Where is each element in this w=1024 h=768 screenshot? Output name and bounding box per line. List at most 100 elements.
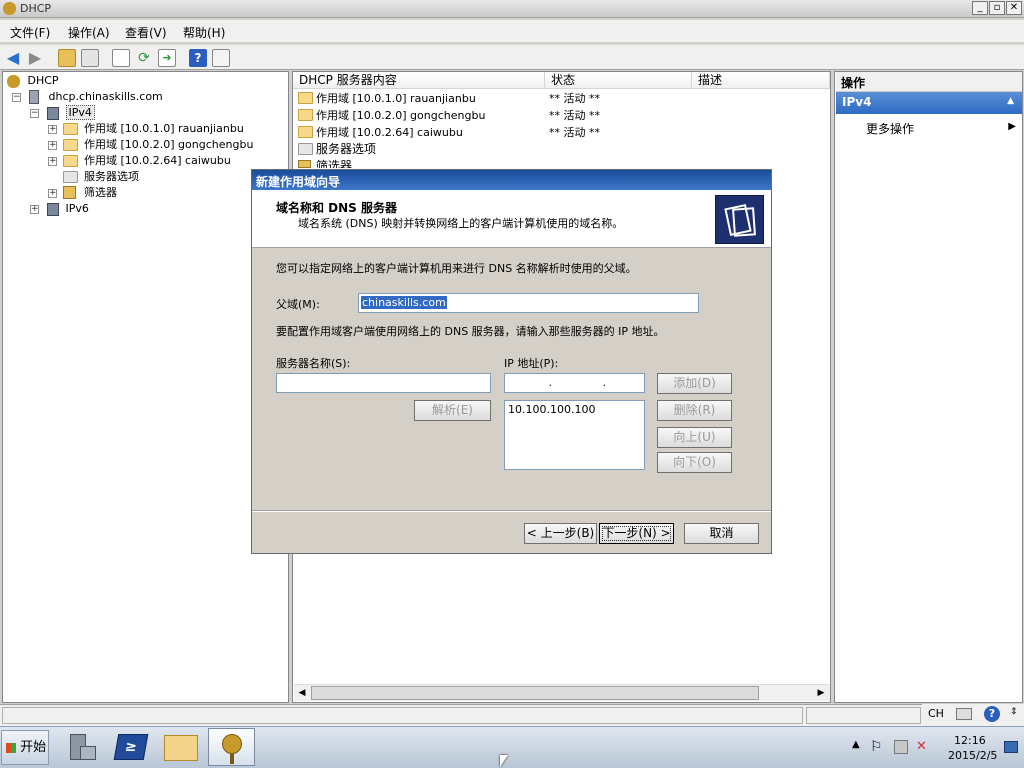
clock-date[interactable]: 2015/2/5 xyxy=(948,749,997,762)
back-button[interactable]: < 上一步(B) xyxy=(524,523,597,544)
expand-filters-icon[interactable]: + xyxy=(48,189,57,198)
tree-node-ipv6[interactable]: IPv6 xyxy=(47,201,89,217)
resolve-button[interactable]: 解析(E) xyxy=(414,400,491,421)
menu-action[interactable]: 操作(A) xyxy=(68,24,110,41)
window-title: DHCP xyxy=(20,2,52,15)
tree-node-ipv4[interactable]: IPv4 xyxy=(47,105,95,121)
powershell-icon[interactable]: ≥ xyxy=(113,734,149,760)
more-actions-item[interactable]: 更多操作 ▶ xyxy=(866,120,1016,136)
keyboard-icon[interactable] xyxy=(956,708,972,720)
remove-button[interactable]: 删除(R) xyxy=(657,400,732,421)
status-cell xyxy=(806,707,921,724)
column-header-status[interactable]: 状态 xyxy=(545,72,692,89)
menu-file[interactable]: 文件(F) xyxy=(10,24,50,41)
menu-view[interactable]: 查看(V) xyxy=(125,24,167,41)
clock-time[interactable]: 12:16 xyxy=(954,734,986,747)
up-folder-icon[interactable] xyxy=(58,49,76,67)
scrollbar-thumb[interactable] xyxy=(311,686,759,700)
ipv6-icon xyxy=(47,202,59,216)
window-titlebar: DHCP _ ▫ ✕ xyxy=(0,0,1024,18)
help-icon[interactable]: ? xyxy=(189,49,207,67)
actions-ipv4-section[interactable]: IPv4 ▲ xyxy=(836,92,1022,114)
list-item[interactable]: 服务器选项 xyxy=(316,141,376,158)
export-list-icon[interactable] xyxy=(112,49,130,67)
server-options-icon xyxy=(298,143,313,155)
server-name-input[interactable] xyxy=(276,373,491,393)
expand-scope3-icon[interactable]: + xyxy=(48,157,57,166)
language-bar: CH ? ⇕ xyxy=(922,704,1024,726)
expand-scope2-icon[interactable]: + xyxy=(48,141,57,150)
collapse-server-icon[interactable]: − xyxy=(12,93,21,102)
show-hidden-icons-icon[interactable]: ▲ xyxy=(852,739,860,750)
filter-icon xyxy=(63,186,76,199)
add-button[interactable]: 添加(D) xyxy=(657,373,732,394)
expand-ipv6-icon[interactable]: + xyxy=(30,205,39,214)
refresh-icon[interactable]: ⟳ xyxy=(135,49,153,67)
list-item[interactable]: 10.100.100.100 xyxy=(508,403,595,416)
tree-node-server-options[interactable]: 服务器选项 xyxy=(84,169,139,185)
tree-node-scope3[interactable]: 作用域 [10.0.2.64] caiwubu xyxy=(84,153,231,169)
collapse-ipv4-icon[interactable]: − xyxy=(30,109,39,118)
list-item[interactable]: 作用域 [10.0.2.0] gongchengbu xyxy=(316,107,485,124)
network-icon[interactable] xyxy=(894,740,908,754)
windows-logo-icon xyxy=(6,742,16,753)
dialog-separator xyxy=(252,510,771,512)
close-button[interactable]: ✕ xyxy=(1006,1,1022,15)
action-center-flag-icon[interactable]: ⚐ xyxy=(870,739,883,755)
show-action-pane-icon[interactable] xyxy=(212,49,230,67)
dialog-title: 新建作用域向导 xyxy=(252,170,771,190)
collapse-section-icon[interactable]: ▲ xyxy=(1007,96,1014,106)
ip-address-input[interactable]: . . . xyxy=(504,373,660,393)
folder-icon xyxy=(63,139,78,151)
taskbar: 开始 ≥ ▲ ⚐ ✕ 12:16 2015/2/5 xyxy=(0,726,1024,768)
expand-scope1-icon[interactable]: + xyxy=(48,125,57,134)
move-down-button[interactable]: 向下(O) xyxy=(657,452,732,473)
tree-node-scope2[interactable]: 作用域 [10.0.2.0] gongchengbu xyxy=(84,137,253,153)
start-button[interactable]: 开始 xyxy=(1,730,49,765)
server-name-label: 服务器名称(S): xyxy=(276,357,351,370)
parent-domain-input[interactable]: chinaskills.com xyxy=(358,293,699,313)
scroll-right-icon[interactable]: ▶ xyxy=(813,685,829,701)
status-bar xyxy=(0,704,1024,726)
scroll-left-icon[interactable]: ◀ xyxy=(294,685,310,701)
show-tree-icon[interactable] xyxy=(81,49,99,67)
horizontal-scrollbar[interactable]: ◀ ▶ xyxy=(294,684,830,701)
dns-intro-text: 要配置作用域客户端使用网络上的 DNS 服务器，请输入那些服务器的 IP 地址。 xyxy=(276,325,665,338)
server-manager-icon[interactable] xyxy=(64,731,100,765)
forward-arrow-icon[interactable]: ▶ xyxy=(26,49,44,67)
tree-node-filters[interactable]: 筛选器 xyxy=(84,185,117,201)
list-item[interactable]: 作用域 [10.0.1.0] rauanjianbu xyxy=(316,90,476,107)
dhcp-taskbar-icon[interactable] xyxy=(208,728,255,766)
help-icon[interactable]: ? xyxy=(984,706,1000,722)
ip-address-list[interactable]: 10.100.100.100 xyxy=(504,400,645,470)
tree-node-dhcp[interactable]: DHCP xyxy=(7,73,59,89)
list-item-status: ** 活动 ** xyxy=(549,126,600,139)
column-header-name[interactable]: DHCP 服务器内容 xyxy=(293,72,545,89)
server-options-icon xyxy=(63,171,78,183)
language-options-icon[interactable]: ⇕ xyxy=(1010,707,1018,717)
list-item[interactable]: 作用域 [10.0.2.64] caiwubu xyxy=(316,124,463,141)
parent-domain-label: 父域(M): xyxy=(276,298,320,311)
minimize-button[interactable]: _ xyxy=(972,1,988,15)
explorer-icon[interactable] xyxy=(164,735,198,761)
tree-node-server[interactable]: dhcp.chinaskills.com xyxy=(29,89,163,105)
menu-help[interactable]: 帮助(H) xyxy=(183,24,225,41)
restore-button[interactable]: ▫ xyxy=(989,1,1005,15)
list-item-status: ** 活动 ** xyxy=(549,109,600,122)
language-indicator[interactable]: CH xyxy=(928,707,944,720)
new-scope-wizard-dialog: 新建作用域向导 域名称和 DNS 服务器 域名系统 (DNS) 映射并转换网络上… xyxy=(251,169,772,554)
tree-node-scope1[interactable]: 作用域 [10.0.1.0] rauanjianbu xyxy=(84,121,244,137)
volume-muted-icon[interactable]: ✕ xyxy=(916,739,927,754)
cancel-button[interactable]: 取消 xyxy=(684,523,759,544)
status-cell xyxy=(2,707,803,724)
folder-icon xyxy=(63,155,78,167)
move-up-button[interactable]: 向上(U) xyxy=(657,427,732,448)
show-desktop-icon[interactable] xyxy=(1004,741,1018,753)
folder-icon xyxy=(298,109,313,121)
next-button[interactable]: 下一步(N) > xyxy=(599,523,674,544)
export-icon[interactable]: ➜ xyxy=(158,49,176,67)
column-header-description[interactable]: 描述 xyxy=(692,72,830,89)
list-item[interactable]: 筛选器 xyxy=(316,158,352,168)
back-arrow-icon[interactable]: ◀ xyxy=(4,49,22,67)
toolbar: ◀ ▶ ⟳ ➜ ? xyxy=(0,44,1024,70)
